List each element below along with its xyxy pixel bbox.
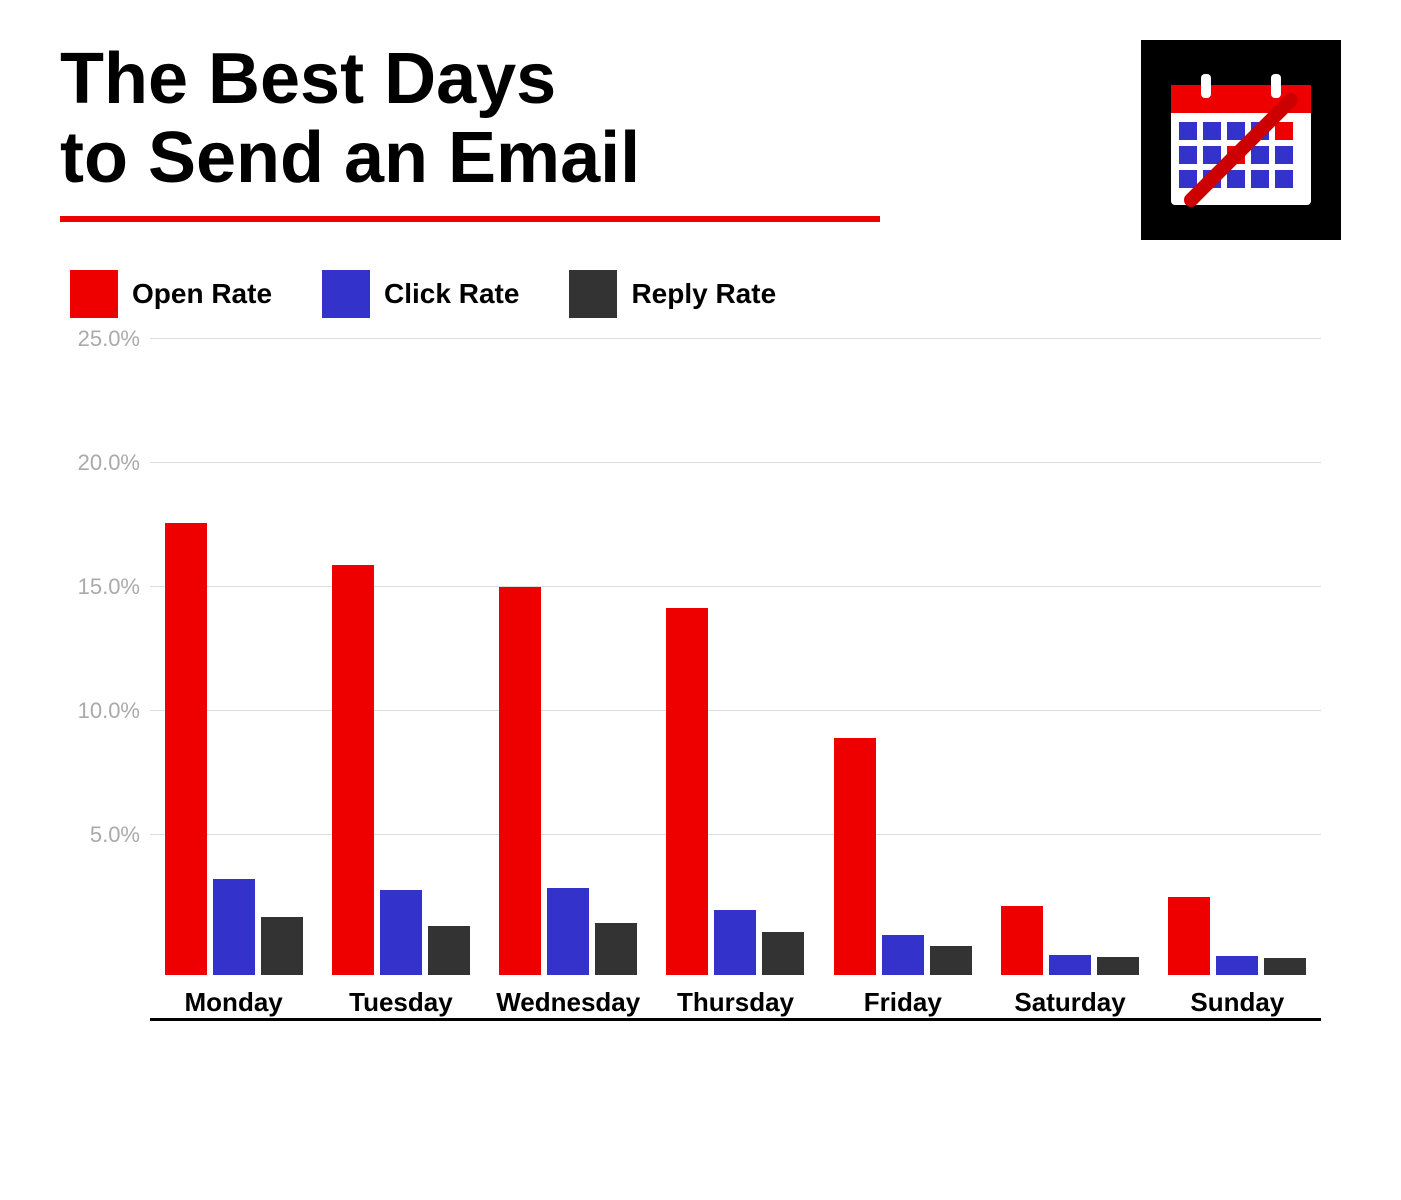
open-rate-label: Open Rate (132, 278, 272, 310)
red-divider (60, 216, 880, 222)
bar-open-monday (165, 523, 207, 975)
legend-open-rate: Open Rate (70, 270, 272, 318)
bar-open-wednesday (499, 587, 541, 975)
bar-click-tuesday (380, 890, 422, 975)
legend-click-rate: Click Rate (322, 270, 519, 318)
x-axis-line (150, 1018, 1321, 1021)
bar-reply-monday (261, 917, 303, 975)
bar-open-tuesday (332, 565, 374, 975)
bar-open-sunday (1168, 897, 1210, 975)
day-group-wednesday: Wednesday (485, 355, 652, 1018)
day-group-thursday: Thursday (652, 355, 819, 1018)
y-axis-label-5: 5.0% (60, 822, 140, 848)
bar-click-friday (882, 935, 924, 975)
bars-group-wednesday (499, 355, 637, 975)
chart-area: 25.0%20.0%15.0%10.0%5.0% MondayTuesdayWe… (60, 338, 1341, 1018)
day-group-friday: Friday (819, 355, 986, 1018)
bar-reply-tuesday (428, 926, 470, 975)
bar-open-friday (834, 738, 876, 975)
day-label-tuesday: Tuesday (349, 987, 453, 1018)
click-rate-label: Click Rate (384, 278, 519, 310)
open-rate-swatch (70, 270, 118, 318)
bar-click-thursday (714, 910, 756, 975)
legend-row: Open Rate Click Rate Reply Rate (60, 270, 1341, 318)
day-label-monday: Monday (185, 987, 283, 1018)
bar-reply-friday (930, 946, 972, 975)
bars-group-sunday (1168, 355, 1306, 975)
day-label-sunday: Sunday (1190, 987, 1284, 1018)
reply-rate-swatch (569, 270, 617, 318)
bars-group-tuesday (332, 355, 470, 975)
calendar-svg (1161, 60, 1321, 220)
reply-rate-label: Reply Rate (631, 278, 776, 310)
day-label-thursday: Thursday (677, 987, 794, 1018)
bars-group-thursday (666, 355, 804, 975)
bar-open-saturday (1001, 906, 1043, 975)
day-label-friday: Friday (864, 987, 942, 1018)
day-group-sunday: Sunday (1154, 355, 1321, 1018)
y-axis-label-15: 15.0% (60, 574, 140, 600)
click-rate-swatch (322, 270, 370, 318)
bar-click-sunday (1216, 956, 1258, 975)
page-title: The Best Days to Send an Email (60, 40, 1111, 198)
title-block: The Best Days to Send an Email (60, 40, 1111, 222)
day-group-tuesday: Tuesday (317, 355, 484, 1018)
header-area: The Best Days to Send an Email (60, 40, 1341, 240)
bar-click-saturday (1049, 955, 1091, 975)
y-axis-label-10: 10.0% (60, 698, 140, 724)
bar-reply-sunday (1264, 958, 1306, 975)
bar-reply-wednesday (595, 923, 637, 975)
bar-open-thursday (666, 608, 708, 975)
bar-click-wednesday (547, 888, 589, 975)
page-container: The Best Days to Send an Email (0, 0, 1401, 1200)
bars-group-monday (165, 355, 303, 975)
legend-reply-rate: Reply Rate (569, 270, 776, 318)
bars-group-friday (834, 355, 972, 975)
bars-container: Monday Tuesday Wednesday Thursday Friday Satu… (150, 338, 1321, 1018)
bars-group-saturday (1001, 355, 1139, 975)
day-group-monday: Monday (150, 355, 317, 1018)
bar-reply-saturday (1097, 957, 1139, 975)
day-label-wednesday: Wednesday (496, 987, 640, 1018)
calendar-icon (1141, 40, 1341, 240)
y-axis-label-20: 20.0% (60, 450, 140, 476)
y-axis-label-25: 25.0% (60, 326, 140, 352)
bar-click-monday (213, 879, 255, 975)
bar-reply-thursday (762, 932, 804, 975)
day-group-saturday: Saturday (986, 355, 1153, 1018)
day-label-saturday: Saturday (1014, 987, 1125, 1018)
